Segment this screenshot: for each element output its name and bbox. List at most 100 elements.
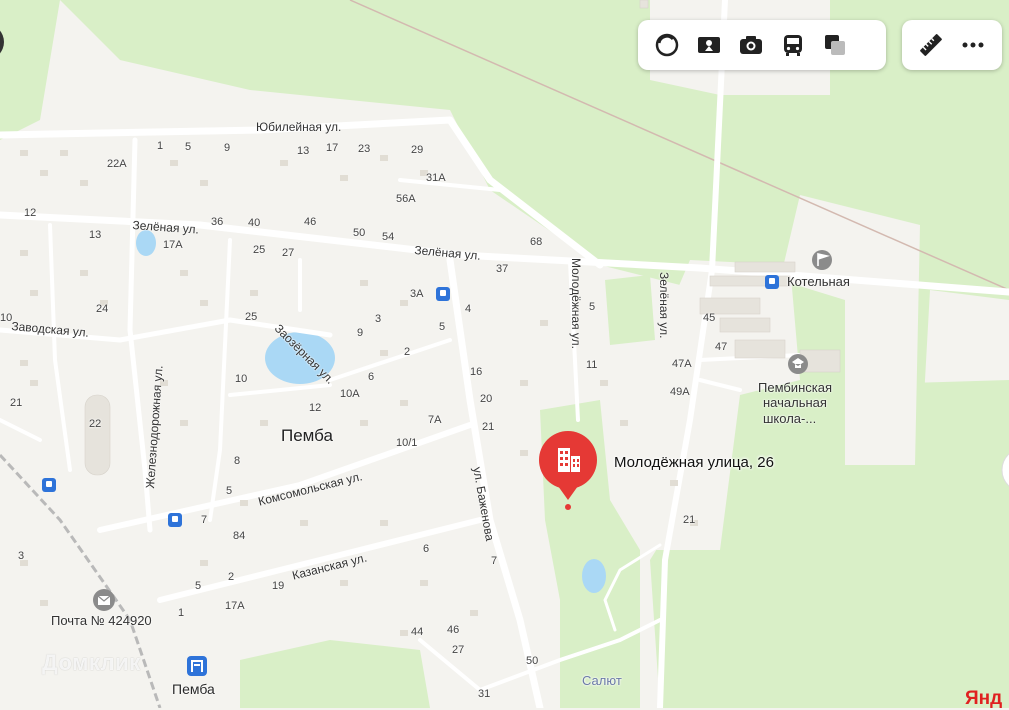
house-number: 21: [683, 514, 696, 526]
house: [20, 150, 28, 156]
domclick-watermark: Домклик: [42, 650, 141, 675]
house: [200, 300, 208, 306]
house-number: 25: [245, 311, 258, 323]
house-number: 3: [375, 313, 382, 325]
house: [30, 290, 38, 296]
selected-place-label[interactable]: Молодёжная улица, 26: [614, 454, 774, 471]
house: [420, 580, 428, 586]
transit-stop-icon: [42, 478, 56, 492]
house-number: 22А: [107, 158, 127, 170]
house-number: 3: [18, 550, 25, 562]
house-number: 10А: [340, 388, 360, 400]
photo-button[interactable]: [730, 24, 772, 66]
transit-stop-icon: [765, 275, 779, 289]
poi-label-kotelnaya[interactable]: Котельная: [787, 274, 850, 290]
house-number: 21: [482, 421, 495, 433]
house-number: 7А: [428, 414, 442, 426]
house-number: 7: [491, 555, 498, 567]
building: [719, 317, 771, 333]
house-number: 5: [195, 580, 202, 592]
building: [734, 261, 796, 273]
transit-button[interactable]: [772, 24, 814, 66]
house: [280, 160, 288, 166]
house: [340, 175, 348, 181]
house: [520, 450, 528, 456]
street-label: Молодёжная ул.: [569, 258, 583, 349]
house-number: 50: [526, 655, 539, 667]
house-number: 46: [447, 624, 460, 636]
house-number: 5: [589, 301, 596, 313]
house: [180, 270, 188, 276]
house-number: 7: [201, 514, 208, 526]
town-label: Пемба: [281, 426, 333, 445]
house-number: 54: [382, 231, 395, 243]
house: [400, 630, 408, 636]
house-number: 47: [715, 341, 728, 353]
house: [540, 320, 548, 326]
poi-label-school[interactable]: начальная: [763, 395, 827, 411]
house-number: 84: [233, 530, 246, 542]
yandex-logo[interactable]: Янд: [965, 688, 1002, 710]
house-number: 1: [157, 140, 164, 152]
house-number: 3А: [410, 288, 424, 300]
traffic-button[interactable]: [814, 24, 856, 66]
house-number: 21: [10, 397, 23, 409]
building: [84, 394, 111, 476]
house-number: 6: [423, 543, 430, 555]
house: [250, 290, 258, 296]
layers-button[interactable]: [646, 24, 688, 66]
building: [734, 339, 786, 359]
poi-label-school[interactable]: Пембинская: [758, 380, 832, 396]
layers-icon: [655, 33, 679, 57]
house-number: 29: [411, 144, 424, 156]
map-layers-toolbar: [638, 20, 886, 70]
house-number: 50: [353, 227, 366, 239]
house-number: 46: [304, 216, 317, 228]
house-number: 5: [185, 141, 192, 153]
panorama-button[interactable]: [688, 24, 730, 66]
house-number: 2: [228, 571, 235, 583]
transit-stop-icon: [436, 287, 450, 301]
house: [400, 300, 408, 306]
house-number: 22: [89, 418, 102, 430]
house-number: 10: [235, 373, 248, 385]
photo-icon: [740, 36, 762, 54]
house: [80, 180, 88, 186]
house-number: 17А: [225, 600, 245, 612]
house: [380, 520, 388, 526]
ruler-icon: [920, 34, 942, 56]
house: [20, 360, 28, 366]
map-tools-toolbar: [902, 20, 1002, 70]
house: [520, 380, 528, 386]
house: [670, 480, 678, 486]
map-canvas[interactable]: [0, 0, 1009, 708]
panorama-icon: [698, 37, 720, 53]
poi-label-station[interactable]: Пемба: [172, 681, 215, 697]
house-number: 4: [465, 303, 472, 315]
poi-label-post[interactable]: Почта № 424920: [51, 613, 152, 629]
house-number: 9: [357, 327, 364, 339]
poi-label-salut[interactable]: Салют: [582, 673, 622, 689]
pond: [136, 230, 156, 256]
house-number: 17: [326, 142, 339, 154]
house-number: 31А: [426, 172, 446, 184]
house: [30, 380, 38, 386]
house-number: 5: [439, 321, 446, 333]
house-number: 13: [89, 229, 102, 241]
house-number: 25: [253, 244, 266, 256]
house-number: 24: [96, 303, 109, 315]
house-number: 5: [226, 485, 233, 497]
house-number: 27: [452, 644, 465, 656]
more-button[interactable]: [952, 24, 994, 66]
ruler-button[interactable]: [910, 24, 952, 66]
house: [300, 520, 308, 526]
train-station-icon: [187, 656, 207, 676]
house-number: 10/1: [396, 437, 418, 449]
house-number: 19: [272, 580, 285, 592]
house-number: 68: [530, 236, 543, 248]
house-number: 36: [211, 216, 224, 228]
house: [180, 420, 188, 426]
poi-label-school[interactable]: школа-...: [763, 411, 816, 427]
street-label: Юбилейная ул.: [256, 120, 342, 134]
house: [40, 600, 48, 606]
